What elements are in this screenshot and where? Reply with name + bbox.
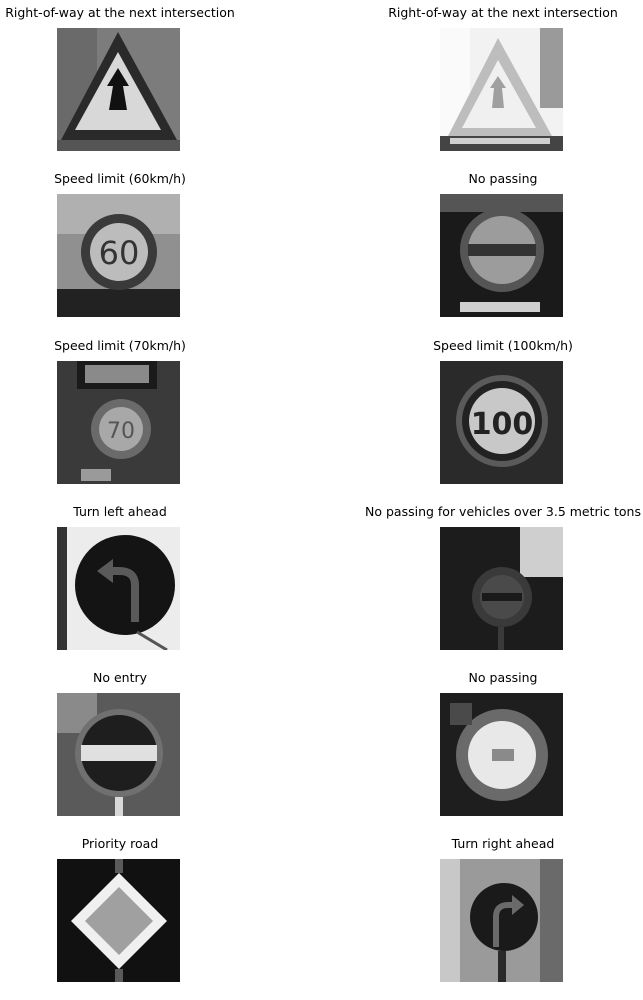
grid-cell: Right-of-way at the next intersection [0, 6, 240, 166]
image-title: No passing [468, 171, 538, 186]
right-of-way-sign-icon [57, 28, 180, 151]
svg-text:70: 70 [107, 419, 135, 444]
grid-cell: Turn right ahead [383, 837, 623, 997]
image-title: Turn left ahead [73, 504, 167, 519]
grid-cell: Priority road [0, 837, 240, 997]
image-title: Right-of-way at the next intersection [5, 5, 235, 20]
grid-cell: Speed limit (60km/h) 60 [0, 172, 240, 332]
speed-limit-100-sign-icon: 100 [440, 361, 563, 484]
grid-cell: Speed limit (100km/h) 100 [383, 339, 623, 499]
svg-text:100: 100 [471, 407, 534, 442]
grid-cell: No entry [0, 671, 240, 831]
no-passing-sign-icon [440, 194, 563, 317]
right-of-way-sign-icon [440, 28, 563, 151]
image-title: No entry [92, 670, 148, 685]
image-title: No passing for vehicles over 3.5 metric … [365, 504, 641, 519]
image-title: Turn right ahead [451, 836, 555, 851]
speed-limit-60-sign-icon: 60 [57, 194, 180, 317]
image-title: Speed limit (60km/h) [54, 171, 186, 186]
speed-limit-70-sign-icon: 70 [57, 361, 180, 484]
no-passing-sign-icon [440, 693, 563, 816]
image-title: Right-of-way at the next intersection [388, 5, 618, 20]
image-title: Speed limit (100km/h) [433, 338, 573, 353]
image-title: Priority road [81, 836, 159, 851]
image-title: No passing [468, 670, 538, 685]
grid-cell: No passing [383, 671, 623, 831]
turn-right-ahead-sign-icon [440, 859, 563, 982]
no-entry-sign-icon [57, 693, 180, 816]
image-title: Speed limit (70km/h) [54, 338, 186, 353]
grid-cell: Right-of-way at the next intersection [383, 6, 623, 166]
grid-cell: No passing [383, 172, 623, 332]
svg-text:60: 60 [99, 234, 140, 272]
no-passing-heavy-vehicles-sign-icon [440, 527, 563, 650]
turn-left-ahead-sign-icon [57, 527, 180, 650]
priority-road-sign-icon [57, 859, 180, 982]
grid-cell: Turn left ahead [0, 505, 240, 665]
grid-cell: No passing for vehicles over 3.5 metric … [365, 505, 641, 665]
grid-cell: Speed limit (70km/h) 70 [0, 339, 240, 499]
